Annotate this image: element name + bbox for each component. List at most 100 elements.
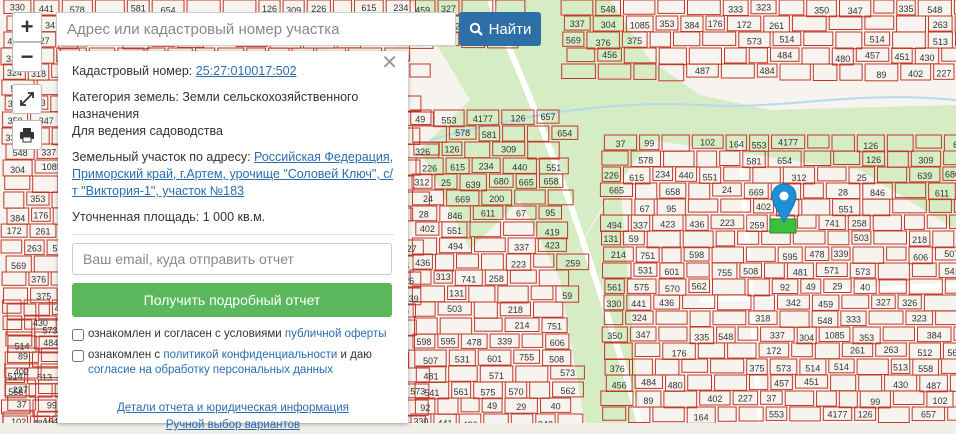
- parcel-number: 226: [422, 164, 437, 174]
- parcel-number: 258: [489, 274, 504, 284]
- cadastral-number-link[interactable]: 25:27:010017:502: [196, 64, 297, 78]
- search-button[interactable]: Найти: [459, 12, 541, 46]
- parcel-number: 234: [655, 170, 670, 180]
- parcel-number: 441: [437, 418, 452, 423]
- parcel-number: 375: [749, 363, 764, 373]
- parcel-number: 553: [752, 140, 767, 150]
- parcel-number: 323: [912, 314, 927, 324]
- parcel-number: 480: [835, 54, 850, 64]
- parcel-number: 430: [33, 318, 48, 328]
- parcel-number: 1085: [825, 331, 845, 341]
- email-field[interactable]: [72, 243, 392, 275]
- parcel-number: 347: [636, 330, 651, 340]
- parcel-number: 598: [416, 337, 431, 347]
- parcel-number: 657: [540, 112, 555, 122]
- parcel-number: 376: [610, 364, 625, 374]
- parcel-number: 347: [848, 6, 863, 16]
- parcel-number: 89: [18, 352, 28, 362]
- parcel-number: 561: [454, 387, 469, 397]
- parcel-number: 570: [665, 284, 680, 294]
- parcel-number: 478: [809, 250, 824, 260]
- parcel-number: 227: [13, 385, 28, 395]
- personal-data-consent-link[interactable]: согласие на обработку персональных данны…: [88, 364, 333, 376]
- privacy-agreement: ознакомлен с политикой конфиденциальност…: [72, 348, 394, 378]
- parcel-number: 261: [850, 346, 865, 356]
- parcel-number: 441: [631, 299, 646, 309]
- parcel-number: 164: [729, 139, 744, 149]
- public-offer-link[interactable]: публичной оферты: [285, 328, 387, 340]
- parcel-number: 37: [766, 393, 776, 403]
- parcel-number: 49: [415, 115, 425, 125]
- parcel-number: 669: [749, 187, 764, 197]
- offer-checkbox[interactable]: [72, 329, 84, 341]
- parcel-number: 573: [776, 363, 791, 373]
- parcel-number: 327: [876, 298, 891, 308]
- parcel-number: 92: [420, 403, 430, 413]
- parcel-number: 569: [11, 261, 26, 271]
- parcel-number: 176: [33, 210, 48, 220]
- parcel-number: 507: [423, 356, 438, 366]
- parcel-number: 558: [918, 364, 933, 374]
- search-button-label: Найти: [489, 21, 532, 38]
- zoom-in-button[interactable]: +: [12, 12, 42, 42]
- usage-value: Для ведения садоводства: [72, 124, 223, 138]
- parcel-number: 595: [783, 252, 798, 262]
- parcel-number: 615: [629, 173, 644, 183]
- parcel-number: 337: [770, 330, 785, 340]
- get-report-button[interactable]: Получить подробный отчет: [72, 283, 392, 317]
- parcel-number: 40: [860, 282, 870, 292]
- parcel-number: 339: [833, 249, 848, 259]
- parcel-number: 176: [672, 349, 687, 359]
- parcel-number: 25: [441, 178, 451, 188]
- parcel-number: 514: [14, 341, 29, 351]
- parcel-number: 575: [634, 282, 649, 292]
- parcel-number: 741: [461, 274, 476, 284]
- parcel-number: 263: [883, 345, 898, 355]
- parcel-number: 49: [487, 401, 497, 411]
- parcel-number: 430: [919, 53, 934, 63]
- report-details-link[interactable]: Детали отчета и юридическая информация: [117, 402, 349, 414]
- parcel-number: 553: [441, 116, 456, 126]
- parcel-number: 99: [870, 397, 880, 407]
- parcel-number: 402: [420, 224, 435, 234]
- zoom-out-button[interactable]: −: [12, 42, 42, 72]
- manual-selection-link[interactable]: Ручной выбор вариантов: [166, 419, 300, 431]
- privacy-checkbox[interactable]: [72, 350, 84, 362]
- search-input[interactable]: [56, 12, 456, 46]
- parcel-number: 102: [700, 137, 715, 147]
- parcel-number: 484: [777, 50, 792, 60]
- parcel-number: 384: [684, 21, 699, 31]
- parcel-number: 375: [627, 36, 642, 46]
- address-row: Земельный участок по адресу: Российская …: [72, 149, 394, 200]
- parcel-number: 451: [894, 52, 909, 62]
- parcel-number: 507: [944, 249, 956, 259]
- parcel-number: 573: [560, 368, 575, 378]
- parcel-number: 259: [565, 259, 580, 269]
- parcel-number: 551: [546, 163, 561, 173]
- parcel-number: 484: [760, 66, 775, 76]
- privacy-policy-link[interactable]: политикой конфиденциальности: [163, 349, 337, 361]
- parcel-number: 553: [769, 409, 784, 419]
- address-label: Земельный участок по адресу:: [72, 150, 251, 164]
- parcel-number: 578: [638, 156, 653, 166]
- parcel-number: 131: [603, 234, 618, 244]
- parcel-number: 28: [838, 188, 848, 198]
- parcel-number: 313: [436, 272, 451, 282]
- parcel-number: 172: [7, 226, 22, 236]
- parcel-number: 67: [516, 208, 526, 218]
- divider: [72, 234, 394, 235]
- parcel-number: 654: [557, 128, 572, 138]
- parcel-number: 402: [756, 202, 771, 212]
- parcel-number: 562: [692, 282, 707, 292]
- fullscreen-button[interactable]: [12, 84, 42, 114]
- close-icon[interactable]: ✕: [381, 55, 398, 72]
- parcel-number: 514: [805, 364, 820, 374]
- printer-icon: [19, 127, 35, 143]
- print-button[interactable]: [12, 120, 42, 150]
- parcel-number: 487: [926, 381, 941, 391]
- parcel-number: 350: [814, 6, 829, 16]
- parcel-number: 67: [640, 204, 650, 214]
- parcel-number: 751: [547, 322, 562, 332]
- parcel-number: 541: [945, 267, 956, 277]
- parcel-number: 330: [10, 3, 25, 13]
